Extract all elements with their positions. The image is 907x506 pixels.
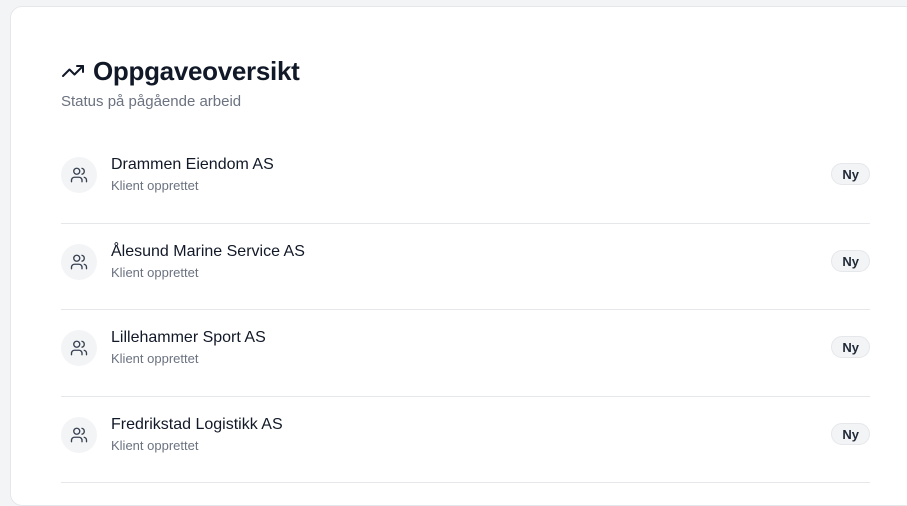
- task-row[interactable]: Lillehammer Sport AS Klient opprettet Ny: [61, 310, 870, 397]
- task-row[interactable]: Fredrikstad Logistikk AS Klient opprette…: [61, 397, 870, 483]
- title-row: Oppgaveoversikt: [61, 55, 300, 87]
- task-status: Klient opprettet: [111, 178, 199, 193]
- task-status: Klient opprettet: [111, 264, 199, 280]
- task-row[interactable]: Ålesund Marine Service AS Klient opprett…: [61, 224, 870, 310]
- task-name: Drammen Eiendom AS: [111, 156, 274, 173]
- task-row[interactable]: Drammen Eiendom AS Klient opprettet Ny: [61, 137, 870, 224]
- task-name: Lillehammer Sport AS: [111, 329, 266, 346]
- card-header: Oppgaveoversikt Status på pågående arbei…: [61, 55, 300, 111]
- task-overview-card: Oppgaveoversikt Status på pågående arbei…: [10, 6, 907, 506]
- trending-up-icon: [61, 59, 85, 83]
- page-title: Oppgaveoversikt: [93, 55, 300, 86]
- task-name: Ålesund Marine Service AS: [111, 242, 305, 260]
- status-badge: Ny: [831, 336, 870, 358]
- users-icon: [61, 157, 97, 193]
- status-badge: Ny: [831, 249, 870, 272]
- task-name: Fredrikstad Logistikk AS: [111, 415, 283, 433]
- status-badge: Ny: [831, 163, 870, 185]
- users-icon: [61, 243, 97, 280]
- task-status: Klient opprettet: [111, 351, 199, 366]
- page-subtitle: Status på pågående arbeid: [61, 93, 242, 110]
- task-status: Klient opprettet: [111, 437, 199, 453]
- task-list: Drammen Eiendom AS Klient opprettet Ny Å…: [61, 137, 870, 483]
- users-icon: [61, 416, 97, 453]
- status-badge: Ny: [831, 422, 870, 445]
- users-icon: [61, 330, 97, 366]
